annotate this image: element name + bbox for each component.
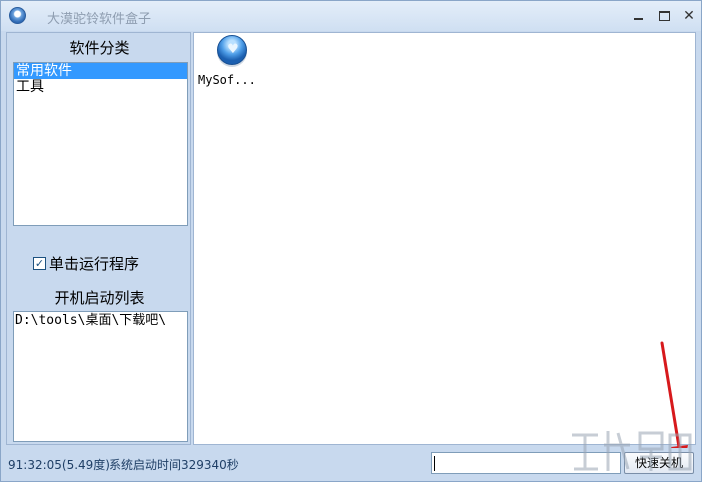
close-button[interactable]: ✕ <box>679 6 699 26</box>
single-click-label: 单击运行程序 <box>49 254 140 273</box>
software-grid[interactable]: ♥ MySof... <box>193 32 696 475</box>
startup-list[interactable]: D:\tools\桌面\下载吧\ <box>13 311 188 442</box>
category-item-tools[interactable]: 工具 <box>14 79 187 95</box>
heart-icon: ♥ <box>227 42 239 57</box>
software-item[interactable]: ♥ <box>214 35 250 71</box>
app-window: 大漠驼铃软件盒子 ✕ 软件分类 常用软件 工具 ✓ 单击运行程序 开机启动列表 … <box>0 0 702 482</box>
software-item-label: MySof... <box>198 73 256 87</box>
startup-item[interactable]: D:\tools\桌面\下载吧\ <box>14 312 187 330</box>
close-icon: ✕ <box>683 8 695 24</box>
status-time: 91:32:05(5.49度) <box>8 458 110 472</box>
heart-bubble-icon: ♥ <box>217 35 247 65</box>
minimize-button[interactable] <box>629 6 649 26</box>
startup-list-title: 开机启动列表 <box>54 289 145 307</box>
category-item-common[interactable]: 常用软件 <box>14 63 187 79</box>
single-click-option[interactable]: ✓ 单击运行程序 <box>33 254 140 273</box>
category-title: 软件分类 <box>69 39 130 57</box>
app-icon <box>9 7 26 24</box>
text-caret <box>434 456 435 471</box>
minimize-icon <box>634 18 643 20</box>
maximize-icon <box>659 11 670 21</box>
window-title: 大漠驼铃软件盒子 <box>47 12 152 27</box>
status-uptime: 系统启动时间329340秒 <box>109 458 239 472</box>
watermark-logo-icon <box>572 431 692 471</box>
title-bar[interactable]: 大漠驼铃软件盒子 ✕ <box>1 1 701 31</box>
left-panel: 软件分类 常用软件 工具 ✓ 单击运行程序 开机启动列表 D:\tools\桌面… <box>6 32 191 445</box>
maximize-button[interactable] <box>655 6 675 26</box>
category-list[interactable]: 常用软件 工具 <box>13 62 188 226</box>
check-icon: ✓ <box>34 256 45 270</box>
single-click-checkbox[interactable]: ✓ <box>33 256 46 270</box>
